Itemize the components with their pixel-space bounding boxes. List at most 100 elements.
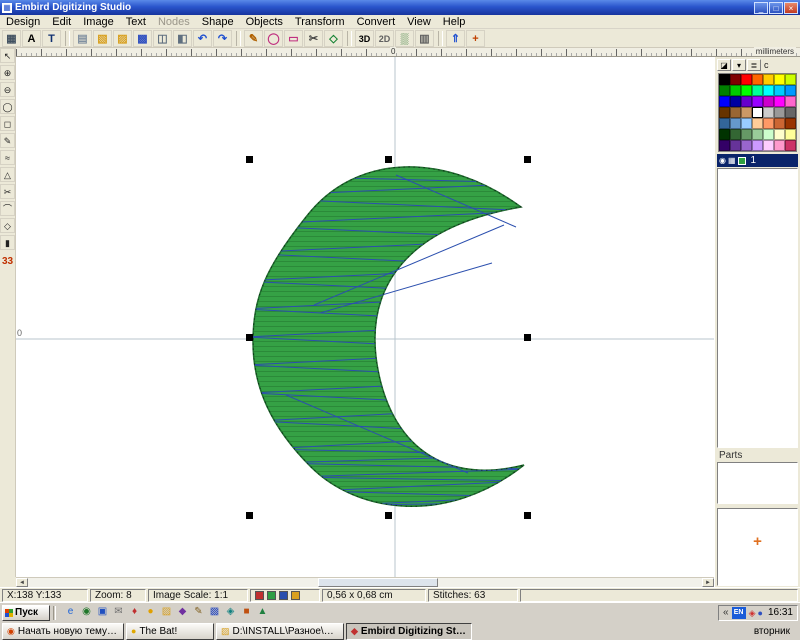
polygon-tool-icon[interactable]: △ <box>0 167 15 182</box>
palette-color-41[interactable] <box>785 129 796 140</box>
layer-row-selected[interactable]: ◉ ▦ 1 <box>717 154 798 167</box>
quicklaunch-icon-7[interactable]: ◆ <box>175 605 190 620</box>
palette-color-13[interactable] <box>785 85 796 96</box>
start-button[interactable]: Пуск <box>2 605 50 621</box>
palette-color-22[interactable] <box>730 107 741 118</box>
quicklaunch-icon-3[interactable]: ✉ <box>111 605 126 620</box>
palette-color-38[interactable] <box>752 129 763 140</box>
thread-catalog-button[interactable]: ≣ <box>747 59 761 71</box>
handle-top-left[interactable] <box>246 156 253 163</box>
arc-tool-icon[interactable]: ⌒ <box>0 201 15 216</box>
tray-chevron-icon[interactable]: « <box>723 607 729 618</box>
palette-color-35[interactable] <box>719 129 730 140</box>
grid-toggle-icon[interactable]: ▥ <box>415 30 434 47</box>
center-marker-icon[interactable]: + <box>466 30 485 47</box>
palette-color-19[interactable] <box>774 96 785 107</box>
quicklaunch-icon-1[interactable]: ◉ <box>79 605 94 620</box>
palette-color-11[interactable] <box>763 85 774 96</box>
menu-design[interactable]: Design <box>0 15 46 29</box>
palette-color-25[interactable] <box>763 107 774 118</box>
palette-color-27[interactable] <box>785 107 796 118</box>
menu-transform[interactable]: Transform <box>289 15 351 29</box>
knife-tool-icon[interactable]: ✂ <box>304 30 323 47</box>
column-tool-icon[interactable]: ▮ <box>0 235 15 250</box>
quicklaunch-icon-10[interactable]: ◈ <box>223 605 238 620</box>
close-button[interactable]: × <box>784 2 798 14</box>
palette-color-18[interactable] <box>763 96 774 107</box>
open-folder-icon[interactable]: ▧ <box>93 30 112 47</box>
palette-color-45[interactable] <box>752 140 763 151</box>
measure-tool-icon[interactable]: ◇ <box>324 30 343 47</box>
palette-color-46[interactable] <box>763 140 774 151</box>
handle-mid-left[interactable] <box>246 334 253 341</box>
curve-tool-icon[interactable]: ≈ <box>0 150 15 165</box>
minimize-button[interactable]: _ <box>754 2 768 14</box>
palette-color-23[interactable] <box>741 107 752 118</box>
palette-color-28[interactable] <box>719 118 730 129</box>
import-design-icon[interactable]: ▨ <box>113 30 132 47</box>
diamond-tool-icon[interactable]: ◇ <box>0 218 15 233</box>
palette-color-36[interactable] <box>730 129 741 140</box>
save-icon[interactable]: ▩ <box>133 30 152 47</box>
text-tool-icon[interactable]: T <box>42 30 61 47</box>
palette-color-2[interactable] <box>741 74 752 85</box>
taskbar-task-3[interactable]: ▨D:\INSTALL\Разное\Embird <box>216 623 344 640</box>
tray-icon-0[interactable]: ◈ <box>749 607 756 619</box>
tray-icon-1[interactable]: ● <box>758 607 763 619</box>
palette-color-1[interactable] <box>730 74 741 85</box>
palette-color-29[interactable] <box>730 118 741 129</box>
parts-list[interactable] <box>717 462 798 504</box>
palette-color-47[interactable] <box>774 140 785 151</box>
design-canvas-area[interactable]: 0 <box>16 57 714 577</box>
palette-color-26[interactable] <box>774 107 785 118</box>
quicklaunch-icon-9[interactable]: ▩ <box>207 605 222 620</box>
horizontal-scrollbar[interactable]: ◄ ► <box>16 577 714 587</box>
edit-nodes-icon[interactable]: ✎ <box>244 30 263 47</box>
palette-color-7[interactable] <box>719 85 730 96</box>
layer-visibility-icon[interactable]: ◉ <box>719 155 726 167</box>
view-2d-button[interactable]: 2D <box>375 30 394 47</box>
handle-bottom-right[interactable] <box>524 512 531 519</box>
quicklaunch-icon-12[interactable]: ▲ <box>255 605 270 620</box>
ellipse-tool-icon[interactable]: ◯ <box>264 30 283 47</box>
palette-color-37[interactable] <box>741 129 752 140</box>
zoom-in-tool-icon[interactable]: ⊕ <box>0 65 15 80</box>
view-3d-button[interactable]: 3D <box>355 30 374 47</box>
scroll-left-button[interactable]: ◄ <box>16 578 28 587</box>
palette-color-33[interactable] <box>774 118 785 129</box>
scrollbar-track[interactable] <box>28 578 702 587</box>
menu-image[interactable]: Image <box>77 15 120 29</box>
quicklaunch-icon-4[interactable]: ♦ <box>127 605 142 620</box>
move-up-icon[interactable]: ⇑ <box>446 30 465 47</box>
menu-objects[interactable]: Objects <box>240 15 289 29</box>
palette-color-39[interactable] <box>763 129 774 140</box>
palette-color-4[interactable] <box>763 74 774 85</box>
menu-convert[interactable]: Convert <box>351 15 402 29</box>
quicklaunch-icon-5[interactable]: ● <box>143 605 158 620</box>
palette-color-32[interactable] <box>763 118 774 129</box>
taskbar-task-1[interactable]: ◉Начать новую тему :: В... <box>2 623 124 640</box>
scroll-right-button[interactable]: ► <box>702 578 714 587</box>
palette-color-0[interactable] <box>719 74 730 85</box>
palette-color-31[interactable] <box>752 118 763 129</box>
language-indicator[interactable]: EN <box>732 607 746 619</box>
design-canvas[interactable] <box>16 57 714 577</box>
quicklaunch-icon-11[interactable]: ■ <box>239 605 254 620</box>
palette-color-34[interactable] <box>785 118 796 129</box>
palette-color-9[interactable] <box>741 85 752 96</box>
object-list[interactable] <box>717 168 798 448</box>
ellipse-shape-tool-icon[interactable]: ◯ <box>0 99 15 114</box>
menu-shape[interactable]: Shape <box>196 15 240 29</box>
palette-color-6[interactable] <box>785 74 796 85</box>
palette-color-17[interactable] <box>752 96 763 107</box>
print-icon[interactable]: ◫ <box>153 30 172 47</box>
select-tool-icon[interactable]: ↖ <box>0 48 15 63</box>
taskbar-task-2[interactable]: ●The Bat! <box>126 623 214 640</box>
design-manager-icon[interactable]: ▦ <box>2 30 21 47</box>
knife-shape-tool-icon[interactable]: ✂ <box>0 184 15 199</box>
undo-icon[interactable]: ↶ <box>193 30 212 47</box>
palette-color-20[interactable] <box>785 96 796 107</box>
palette-color-10[interactable] <box>752 85 763 96</box>
handle-bottom-left[interactable] <box>246 512 253 519</box>
palette-color-24[interactable] <box>752 107 763 118</box>
